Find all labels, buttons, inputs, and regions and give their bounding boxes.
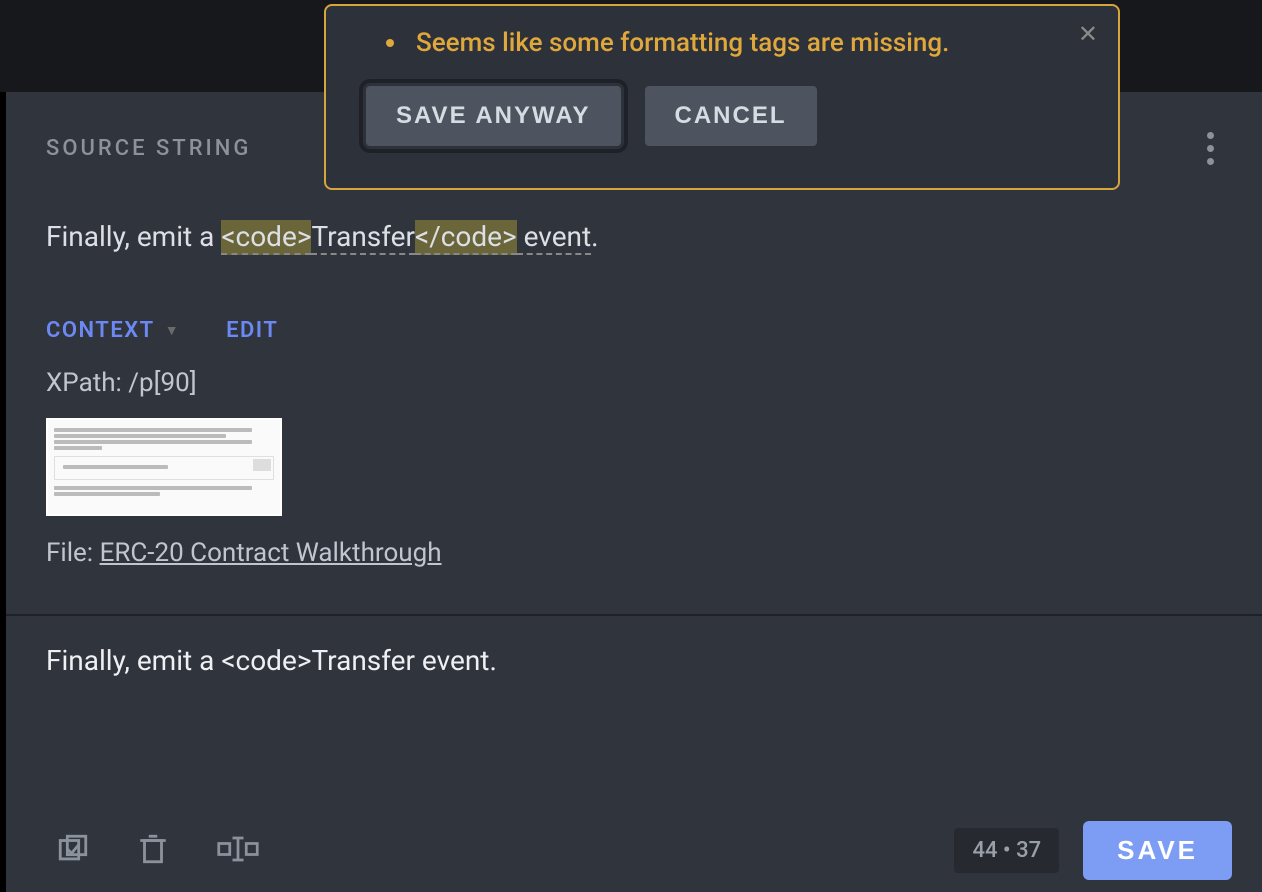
save-button[interactable]: SAVE <box>1083 821 1232 880</box>
insert-tag-icon[interactable] <box>216 832 260 870</box>
save-anyway-button[interactable]: SAVE ANYWAY <box>366 86 621 146</box>
file-row: File: ERC-20 Contract Walkthrough <box>6 516 1262 568</box>
edit-context-button[interactable]: EDIT <box>226 318 278 343</box>
translation-panel: SOURCE STRING Finally, emit a <code>Tran… <box>6 92 1262 892</box>
bullet-icon <box>386 39 394 47</box>
code-open-tag: <code> <box>221 220 311 255</box>
cancel-button[interactable]: CANCEL <box>645 86 817 146</box>
translation-input[interactable]: Finally, emit a <code>Transfer event. <box>6 616 1262 677</box>
context-screenshot-thumbnail[interactable] <box>46 418 282 516</box>
validation-warning-modal: ✕ Seems like some formatting tags are mi… <box>324 4 1120 190</box>
file-link[interactable]: ERC-20 Contract Walkthrough <box>100 538 442 568</box>
source-string-label: SOURCE STRING <box>46 136 251 161</box>
warning-message: Seems like some formatting tags are miss… <box>416 28 949 58</box>
code-close-tag: </code> <box>415 220 517 255</box>
trash-icon[interactable] <box>136 832 170 870</box>
close-icon[interactable]: ✕ <box>1078 20 1098 48</box>
copy-source-icon[interactable] <box>56 832 90 870</box>
character-counter: 44 • 37 <box>954 828 1059 873</box>
xpath-value: XPath: /p[90] <box>6 343 1262 398</box>
chevron-down-icon: ▼ <box>165 322 180 339</box>
context-dropdown[interactable]: CONTEXT ▼ <box>46 318 180 343</box>
more-menu-button[interactable] <box>1198 132 1222 165</box>
